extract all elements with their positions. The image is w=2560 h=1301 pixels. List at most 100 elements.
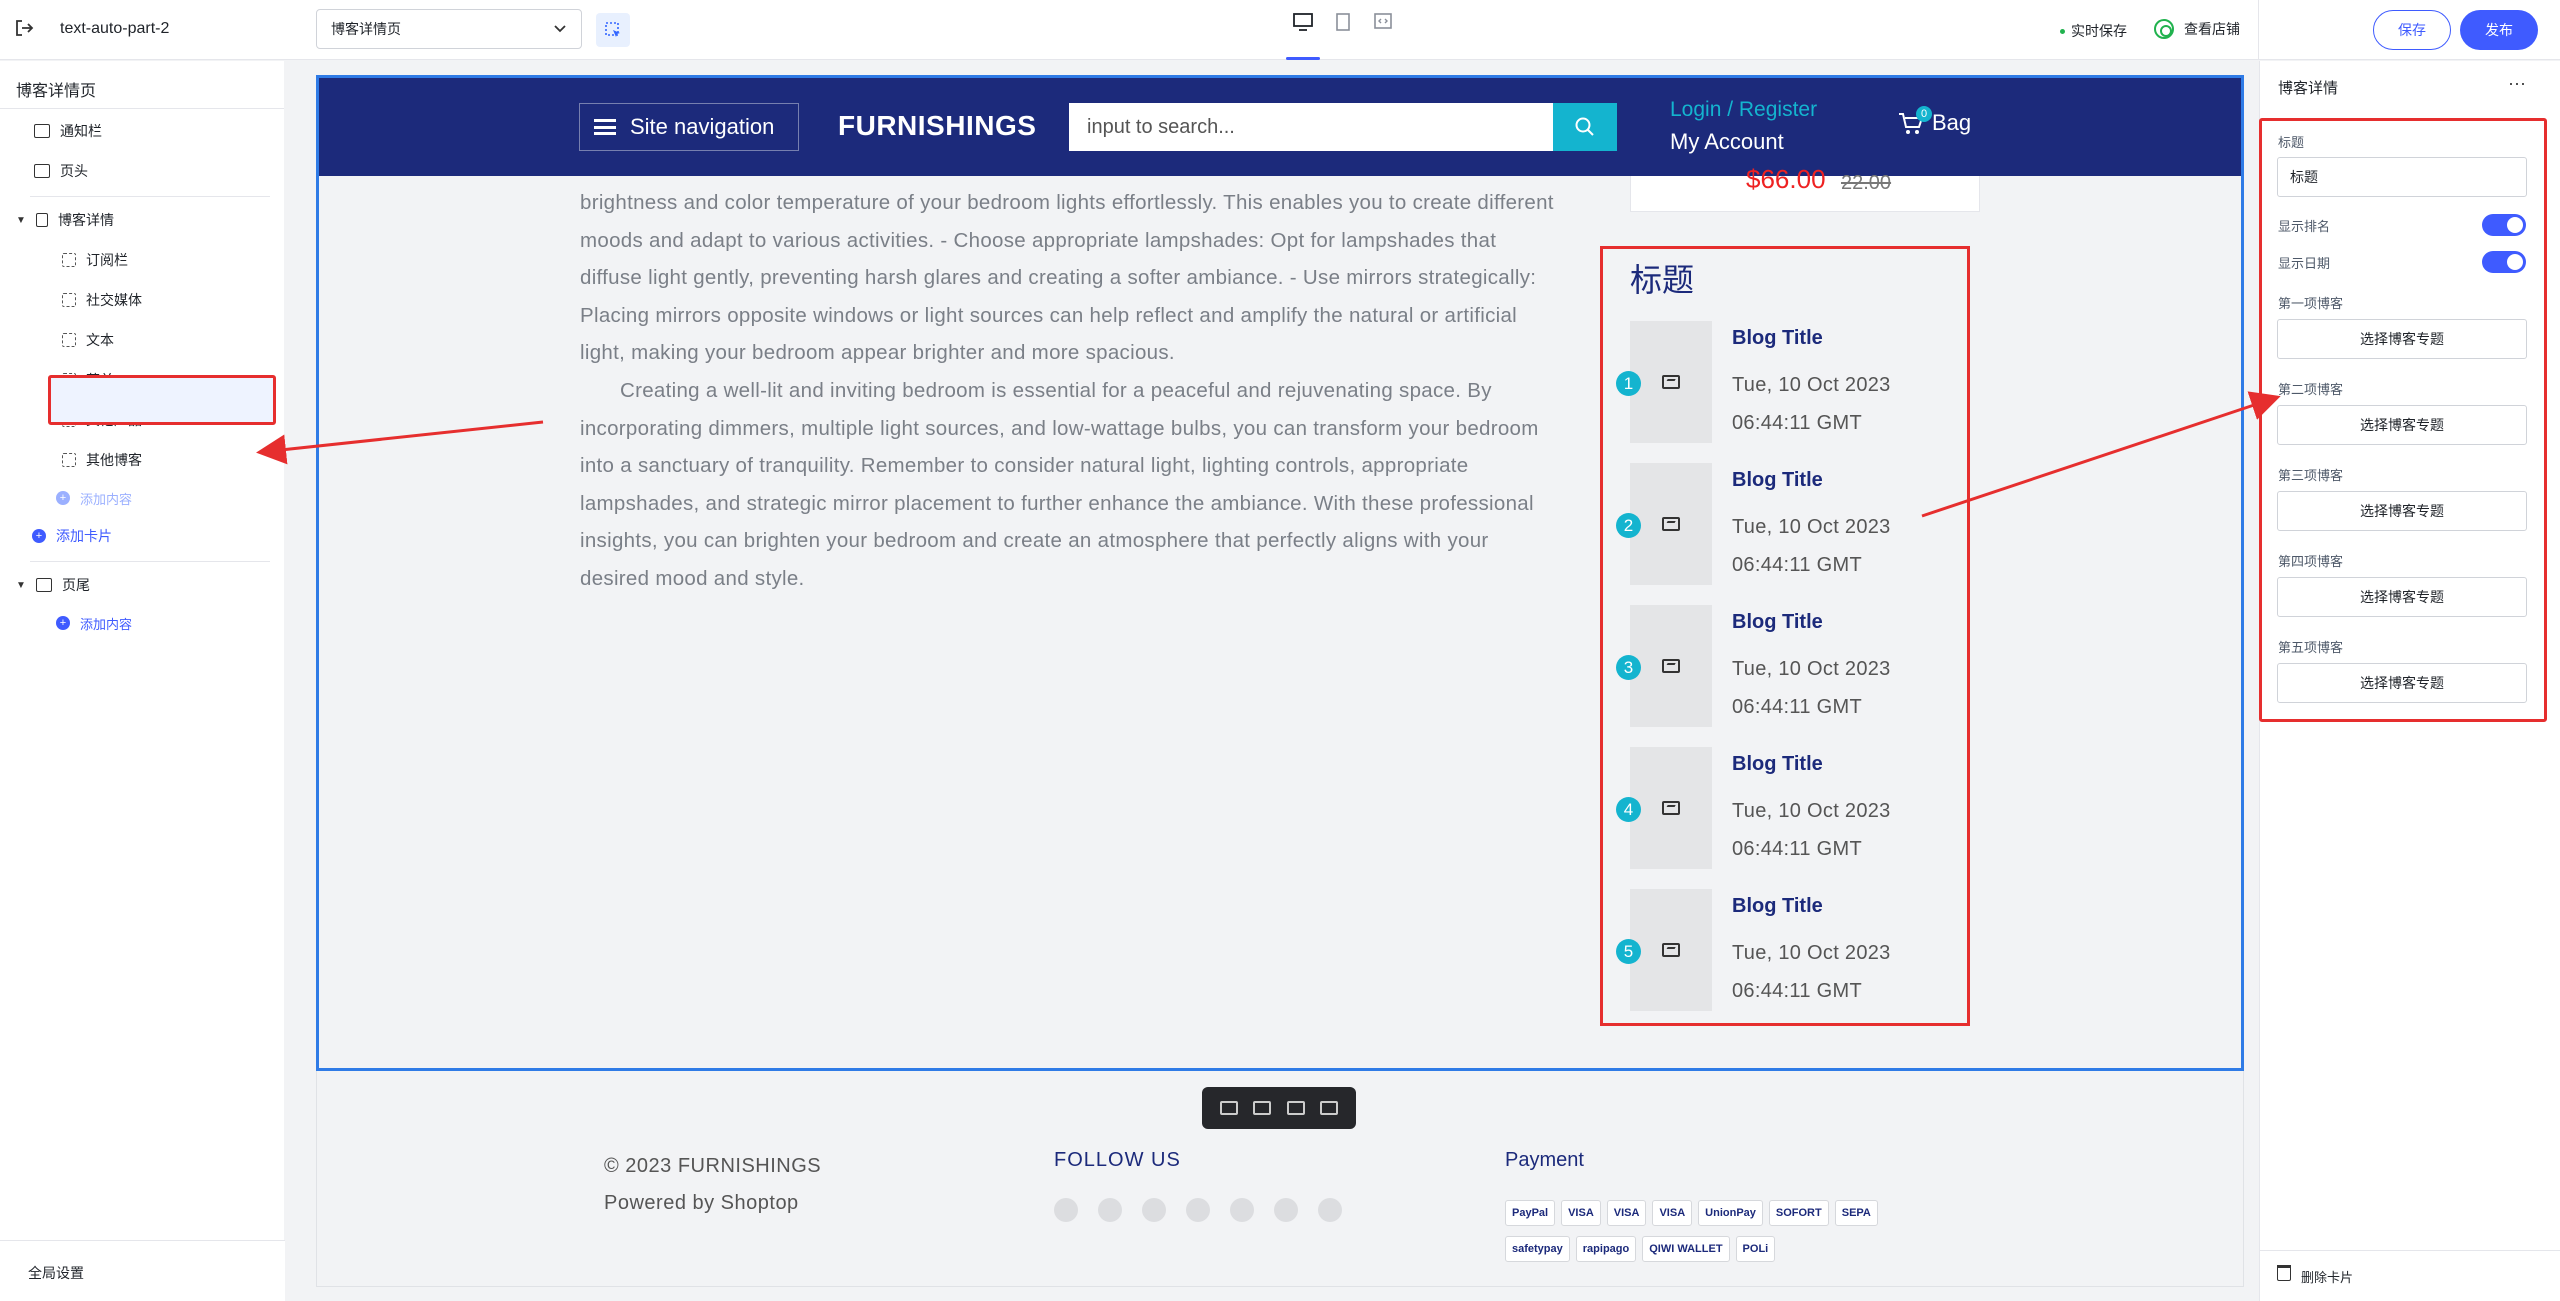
slot5-label: 第五项博客 <box>2278 640 2344 655</box>
add-content-label: 添加内容 <box>80 616 133 632</box>
show-date-toggle[interactable] <box>2482 251 2526 273</box>
view-store-link[interactable]: 查看店铺 <box>2154 19 2240 39</box>
tree-item-label: 文本 <box>86 332 114 348</box>
tree-item-label: 订阅栏 <box>86 252 128 268</box>
desktop-icon[interactable] <box>1286 12 1320 60</box>
project-name: text-auto-part-2 <box>60 20 170 37</box>
social-links <box>1054 1198 1342 1222</box>
tree-item-label: 其他博客 <box>86 452 142 468</box>
tree-item-label: 页头 <box>60 163 88 179</box>
tree-item-notice-bar[interactable]: 通知栏 <box>34 116 102 146</box>
save-button[interactable]: 保存 <box>2373 10 2451 50</box>
divider <box>30 196 270 197</box>
tree-item-footer[interactable]: ▼ 页尾 <box>16 570 90 600</box>
tiktok-icon[interactable] <box>1186 1198 1210 1222</box>
more-icon[interactable]: ··· <box>2508 73 2526 94</box>
sepa-icon: SEPA <box>1834 1200 1878 1226</box>
tree-item-header[interactable]: 页头 <box>34 156 88 186</box>
paypal-icon: PayPal <box>1505 1200 1556 1226</box>
title-field-label: 标题 <box>2278 135 2305 150</box>
add-content-label: 添加内容 <box>80 491 133 507</box>
follow-us-heading: FOLLOW US <box>1054 1149 1181 1171</box>
divider <box>0 108 285 109</box>
block-icon <box>62 293 76 307</box>
header-icon <box>34 164 50 178</box>
publish-button[interactable]: 发布 <box>2460 10 2538 50</box>
unionpay-icon: UnionPay <box>1698 1200 1763 1226</box>
element-picker-icon[interactable] <box>596 13 630 47</box>
code-icon[interactable] <box>1372 12 1394 42</box>
choose-blog-button-4[interactable]: 选择博客专题 <box>2277 577 2527 617</box>
tumblr-icon[interactable] <box>1274 1198 1298 1222</box>
tree-item-text[interactable]: 文本 <box>62 325 114 355</box>
visa-icon: VISA <box>1606 1200 1647 1226</box>
left-panel: 博客详情页 <box>0 61 285 1301</box>
slot1-label: 第一项博客 <box>2278 296 2344 311</box>
footer-add-content-button[interactable]: + 添加内容 <box>56 608 132 638</box>
move-up-icon[interactable] <box>1219 1101 1238 1115</box>
safetypay-icon: safetypay <box>1505 1236 1570 1262</box>
payment-heading: Payment <box>1505 1149 1584 1171</box>
hide-icon[interactable] <box>1320 1101 1339 1115</box>
chevron-down-icon <box>553 21 567 37</box>
tree-item-label: 通知栏 <box>60 123 102 139</box>
delete-card-button[interactable]: 删除卡片 <box>2259 1250 2560 1301</box>
plus-icon: + <box>56 616 70 630</box>
add-card-button[interactable]: + 添加卡片 <box>32 521 112 551</box>
vimeo-icon[interactable] <box>1318 1198 1342 1222</box>
instagram-icon[interactable] <box>1098 1198 1122 1222</box>
left-panel-title: 博客详情页 <box>16 83 97 100</box>
twitter-icon[interactable] <box>1230 1198 1254 1222</box>
section-toolbar <box>1202 1087 1356 1129</box>
copyright-text: © 2023 FURNISHINGS <box>604 1155 822 1177</box>
tree-item-other-blogs[interactable]: 其他博客 <box>62 445 142 475</box>
choose-blog-button-5[interactable]: 选择博客专题 <box>2277 663 2527 703</box>
facebook-icon[interactable] <box>1054 1198 1078 1222</box>
view-store-label: 查看店铺 <box>2184 21 2240 37</box>
status-dot-icon <box>2060 28 2065 34</box>
choose-blog-button-1[interactable]: 选择博客专题 <box>2277 319 2527 359</box>
slot3-label: 第三项博客 <box>2278 468 2344 483</box>
site-footer-info: © 2023 FURNISHINGS Powered by Shoptop <box>604 1148 821 1222</box>
store-icon <box>2154 19 2174 39</box>
show-rank-label: 显示排名 <box>2278 219 2331 234</box>
tree-item-social-media[interactable]: 社交媒体 <box>62 285 142 315</box>
realtime-save-status: 实时保存 <box>2060 21 2127 41</box>
left-panel-scrollbar[interactable] <box>284 61 298 1241</box>
choose-blog-button-2[interactable]: 选择博客专题 <box>2277 405 2527 445</box>
exit-icon[interactable] <box>14 18 36 40</box>
copy-icon[interactable] <box>1286 1101 1305 1115</box>
tablet-icon[interactable] <box>1332 12 1354 42</box>
caret-down-icon[interactable]: ▼ <box>16 215 26 226</box>
powered-by-text: Powered by Shoptop <box>604 1192 799 1214</box>
block-icon <box>62 333 76 347</box>
caret-down-icon[interactable]: ▼ <box>16 580 26 591</box>
device-switcher <box>1286 12 1394 60</box>
tree-item-label: 博客详情 <box>58 212 114 228</box>
payment-icons-row: safetypay rapipago QIWI WALLET POLi <box>1505 1236 1776 1262</box>
visa-icon: VISA <box>1561 1200 1601 1226</box>
page-select[interactable]: 博客详情页 <box>316 9 582 49</box>
show-date-label: 显示日期 <box>2278 256 2331 271</box>
show-rank-toggle[interactable] <box>2482 214 2526 236</box>
realtime-save-label: 实时保存 <box>2071 23 2127 39</box>
title-input[interactable]: 标题 <box>2277 157 2527 197</box>
selected-section-outline <box>316 75 2244 1071</box>
tree-item-blog-detail[interactable]: ▼ 博客详情 <box>16 205 114 235</box>
move-down-icon[interactable] <box>1253 1101 1272 1115</box>
top-bar: text-auto-part-2 博客详情页 实时保存 查看店铺 保存 发布 <box>0 0 2560 60</box>
page-select-value: 博客详情页 <box>331 21 401 37</box>
add-content-button[interactable]: + 添加内容 <box>56 483 132 513</box>
divider <box>30 561 270 562</box>
rapipago-icon: rapipago <box>1575 1236 1637 1262</box>
tree-item-subscribe[interactable]: 订阅栏 <box>62 245 128 275</box>
document-icon <box>36 213 48 227</box>
choose-blog-button-3[interactable]: 选择博客专题 <box>2277 491 2527 531</box>
block-icon <box>62 453 76 467</box>
global-settings-button[interactable]: 全局设置 <box>0 1240 285 1301</box>
visa-icon: VISA <box>1652 1200 1693 1226</box>
qiwi-icon: QIWI WALLET <box>1642 1236 1730 1262</box>
block-icon <box>62 253 76 267</box>
add-card-label: 添加卡片 <box>56 528 112 544</box>
youtube-icon[interactable] <box>1142 1198 1166 1222</box>
